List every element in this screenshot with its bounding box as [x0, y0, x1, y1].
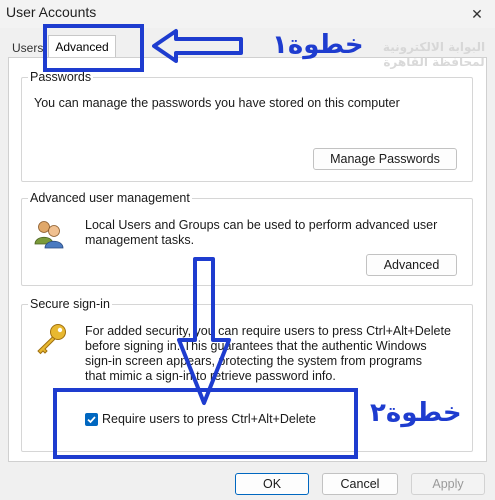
advanced-button[interactable]: Advanced	[366, 254, 457, 276]
aum-description-line1: Local Users and Groups can be used to pe…	[85, 218, 438, 232]
title-bar: User Accounts ✕	[0, 0, 495, 28]
down-arrow-icon	[176, 256, 232, 406]
close-icon[interactable]: ✕	[465, 2, 489, 26]
passwords-description: You can manage the passwords you have st…	[34, 96, 400, 110]
watermark-line1: البوابة الالكترونية	[382, 40, 486, 54]
manage-passwords-button[interactable]: Manage Passwords	[313, 148, 457, 170]
require-ctrl-alt-delete-checkbox[interactable]	[85, 413, 98, 426]
cancel-button[interactable]: Cancel	[322, 473, 398, 495]
advanced-user-management-title: Advanced user management	[28, 191, 192, 205]
window-title: User Accounts	[6, 4, 97, 20]
left-arrow-icon	[152, 28, 244, 64]
require-ctrl-alt-delete-label[interactable]: Require users to press Ctrl+Alt+Delete	[102, 412, 316, 427]
step1-label: خطوة١	[272, 30, 364, 60]
passwords-group-title: Passwords	[28, 70, 94, 84]
ok-button[interactable]: OK	[235, 473, 309, 495]
checkmark-icon	[87, 416, 96, 424]
secure-signin-description-line3: sign-in screen appears, protecting the s…	[85, 354, 422, 368]
watermark-line2: لمحافظة القاهرة	[383, 55, 485, 69]
users-group-icon	[33, 218, 65, 250]
tab-users[interactable]: Users	[8, 38, 47, 58]
secure-signin-description-line1: For added security, you can require user…	[85, 324, 451, 338]
apply-button[interactable]: Apply	[411, 473, 485, 495]
watermark-logo: البوابة الالكترونية لمحافظة القاهرة	[379, 40, 489, 70]
secure-signin-description-line2: before signing in. This guarantees that …	[85, 339, 427, 353]
aum-description-line2: management tasks.	[85, 233, 195, 247]
key-icon	[33, 322, 69, 358]
step2-label: خطوة٢	[370, 398, 462, 428]
secure-signin-title: Secure sign-in	[28, 297, 112, 311]
tab-advanced[interactable]: Advanced	[48, 35, 116, 59]
